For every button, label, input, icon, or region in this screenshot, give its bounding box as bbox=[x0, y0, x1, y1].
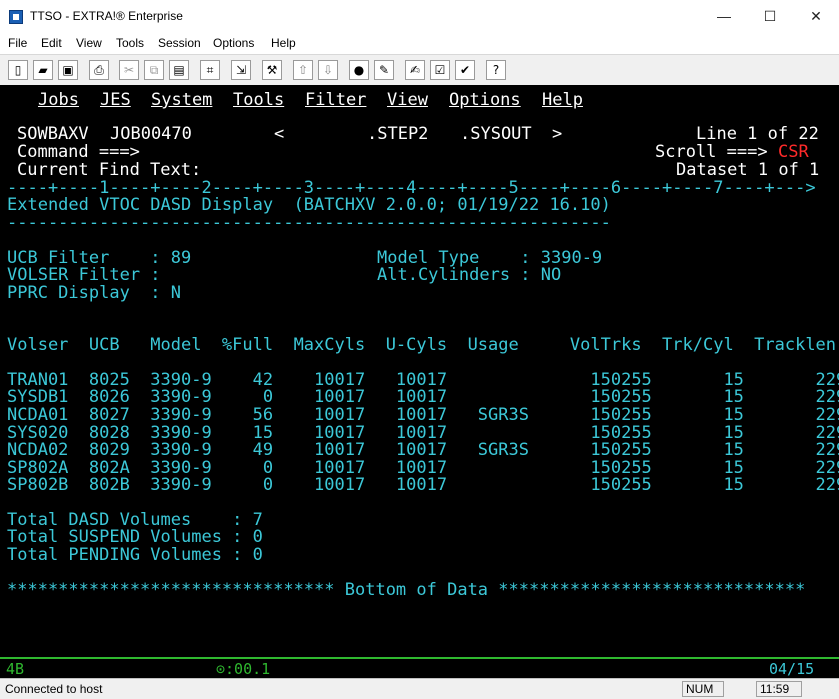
menu-bar: File Edit View Tools Session Options Hel… bbox=[0, 34, 839, 54]
bottom-of-data: ******************************** Bottom … bbox=[7, 580, 806, 600]
action-view[interactable]: View bbox=[387, 91, 428, 109]
save-icon[interactable]: ▣ bbox=[58, 60, 78, 80]
menu-edit[interactable]: Edit bbox=[41, 36, 62, 50]
paste-icon[interactable]: ▤ bbox=[169, 60, 189, 80]
action-jes[interactable]: JES bbox=[100, 91, 131, 109]
action-help[interactable]: Help bbox=[542, 91, 583, 109]
step-name: .STEP2 bbox=[367, 124, 429, 144]
close-button[interactable]: ✕ bbox=[793, 0, 839, 32]
help-icon[interactable]: ? bbox=[486, 60, 506, 80]
receive-icon[interactable]: ⇩ bbox=[318, 60, 338, 80]
script-icon[interactable]: ✎ bbox=[374, 60, 394, 80]
app-icon bbox=[9, 10, 23, 24]
action-system[interactable]: System bbox=[151, 91, 212, 109]
close-bracket: > bbox=[552, 124, 563, 144]
scroll-value[interactable]: CSR bbox=[778, 143, 809, 161]
window-title: TTSO - EXTRA!® Enterprise bbox=[30, 9, 183, 23]
table-row: SP802B 802B 3390-9 0 10017 10017 150255 … bbox=[7, 475, 839, 495]
terminal-screen[interactable]: Jobs JES System Tools Filter View Option… bbox=[0, 85, 839, 657]
check-icon[interactable]: ✔ bbox=[455, 60, 475, 80]
command-label: Command ===> bbox=[17, 142, 140, 162]
table-header: Volser UCB Model %Full MaxCyls U-Cyls Us… bbox=[7, 335, 837, 355]
menu-options[interactable]: Options bbox=[213, 36, 254, 50]
menu-help[interactable]: Help bbox=[271, 36, 296, 50]
command-input[interactable] bbox=[150, 143, 640, 161]
alt-cylinders: Alt.Cylinders : NO bbox=[377, 265, 562, 285]
table-row: NCDA01 8027 3390-9 56 10017 10017 SGR3S … bbox=[7, 405, 839, 425]
import-icon[interactable]: ⇲ bbox=[231, 60, 251, 80]
operator-info-area: 4B ⊙:00.1 04/15 bbox=[0, 657, 839, 678]
table-row: NCDA02 8029 3390-9 49 10017 10017 SGR3S … bbox=[7, 440, 839, 460]
connection-status: Connected to host bbox=[5, 682, 103, 696]
total-suspend: Total SUSPEND Volumes : 0 bbox=[7, 527, 263, 547]
action-tools[interactable]: Tools bbox=[233, 91, 284, 109]
new-icon[interactable]: ▯ bbox=[8, 60, 28, 80]
copy-icon[interactable]: ⧉ bbox=[144, 60, 164, 80]
cursor-position: 04/15 bbox=[769, 660, 815, 678]
open-bracket: < bbox=[274, 124, 285, 144]
print-icon[interactable]: ⎙ bbox=[89, 60, 109, 80]
total-pending: Total PENDING Volumes : 0 bbox=[7, 545, 263, 565]
line-info: Line 1 of 22 bbox=[696, 124, 819, 144]
action-filter[interactable]: Filter bbox=[305, 91, 366, 109]
toolbar: ▯ ▰ ▣ ⎙ ✂ ⧉ ▤ ⌗ ⇲ ⚒ ⇧ ⇩ ● ✎ ✍ ☑ ✔ ? bbox=[0, 54, 839, 86]
maximize-button[interactable]: ☐ bbox=[747, 0, 793, 32]
title-bar: TTSO - EXTRA!® Enterprise — ☐ ✕ bbox=[0, 0, 839, 34]
tools-icon[interactable]: ⚒ bbox=[262, 60, 282, 80]
open-icon[interactable]: ▰ bbox=[33, 60, 53, 80]
minimize-button[interactable]: — bbox=[701, 0, 747, 32]
volser-filter: VOLSER Filter : bbox=[7, 265, 161, 285]
macro-icon[interactable]: ⌗ bbox=[200, 60, 220, 80]
report-title: Extended VTOC DASD Display (BATCHXV 2.0.… bbox=[7, 195, 611, 215]
menu-tools[interactable]: Tools bbox=[116, 36, 144, 50]
jobname: SOWBAXV bbox=[17, 124, 89, 144]
action-jobs[interactable]: Jobs bbox=[38, 91, 79, 109]
send-icon[interactable]: ⇧ bbox=[293, 60, 313, 80]
clock: 11:59 bbox=[756, 681, 802, 697]
num-lock-indicator: NUM bbox=[682, 681, 724, 697]
find-label: Current Find Text: bbox=[17, 160, 202, 180]
table-row: SYSDB1 8026 3390-9 0 10017 10017 150255 … bbox=[7, 387, 839, 407]
action-options[interactable]: Options bbox=[449, 91, 521, 109]
dataset-info: Dataset 1 of 1 bbox=[676, 160, 820, 180]
menu-file[interactable]: File bbox=[8, 36, 27, 50]
status-bar: Connected to host NUM 11:59 bbox=[0, 678, 839, 699]
scroll-label: Scroll ===> bbox=[655, 142, 768, 162]
title-underline: ----------------------------------------… bbox=[7, 213, 611, 233]
ddname: .SYSOUT bbox=[460, 124, 532, 144]
edit2-icon[interactable]: ☑ bbox=[430, 60, 450, 80]
pprc-display: PPRC Display : N bbox=[7, 283, 181, 303]
menu-session[interactable]: Session bbox=[158, 36, 201, 50]
record-icon[interactable]: ● bbox=[349, 60, 369, 80]
response-timer: ⊙:00.1 bbox=[216, 660, 271, 678]
jobid: JOB00470 bbox=[110, 124, 192, 144]
edit-icon[interactable]: ✍ bbox=[405, 60, 425, 80]
menu-view[interactable]: View bbox=[76, 36, 102, 50]
session-indicator: 4B bbox=[6, 660, 25, 678]
cut-icon[interactable]: ✂ bbox=[119, 60, 139, 80]
